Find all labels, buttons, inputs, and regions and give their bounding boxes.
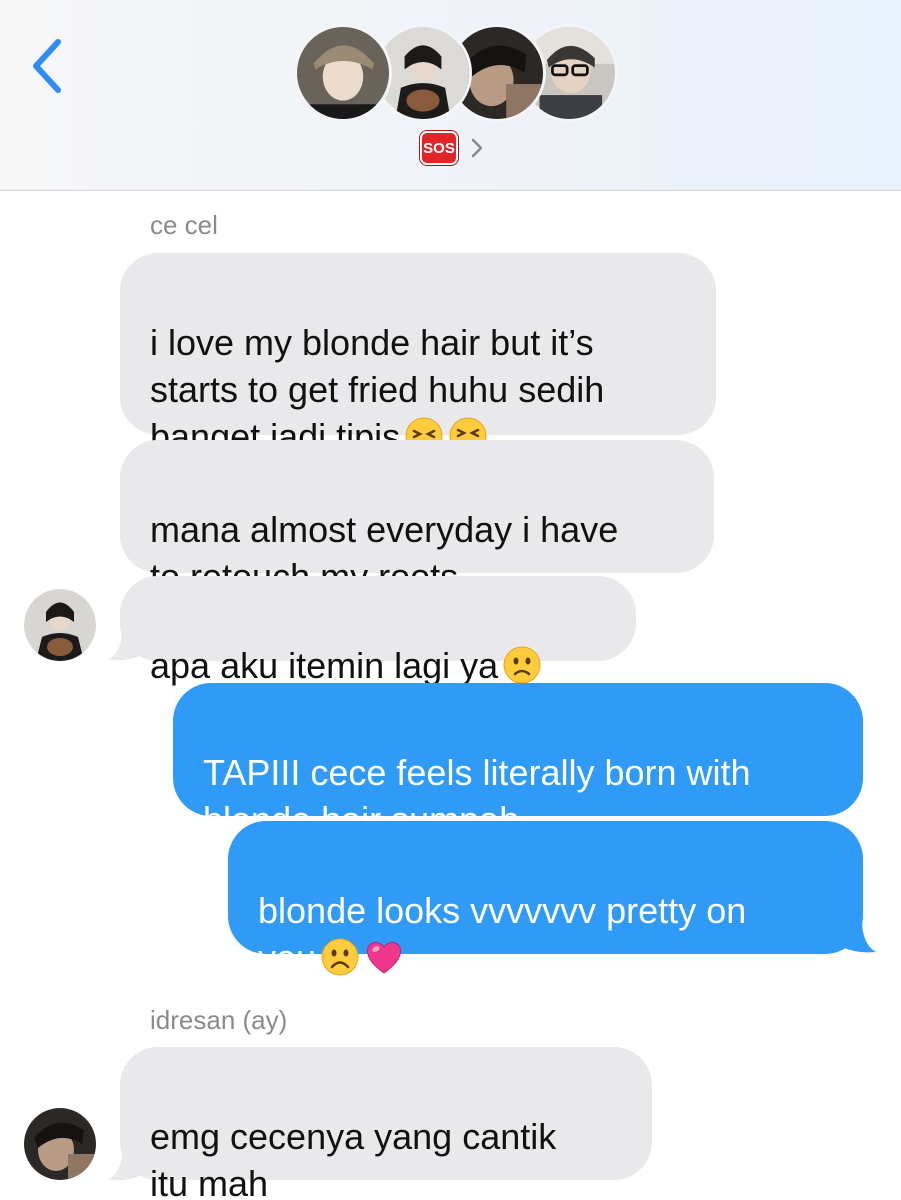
sos-emoji-icon: SOS <box>420 131 458 165</box>
sender-name: idresan (ay) <box>150 1005 288 1035</box>
message-text: i love my blonde hair but it’s starts to… <box>150 322 605 457</box>
back-button[interactable] <box>24 34 72 98</box>
group-info-button[interactable]: SOS <box>420 130 484 166</box>
slightly-frowning-face-icon <box>502 645 542 685</box>
participant-avatar-1 <box>294 24 392 122</box>
message-text: emg cecenya yang cantik itu mah <box>150 1116 557 1200</box>
pink-heart-icon <box>364 937 404 977</box>
avatar-icon <box>24 589 96 661</box>
sender-avatar[interactable] <box>24 589 96 661</box>
message-bubble-outgoing[interactable]: blonde looks vvvvvvv pretty on you <box>228 821 863 978</box>
chevron-left-icon <box>33 39 61 93</box>
chevron-right-icon <box>471 138 483 158</box>
group-avatars[interactable] <box>294 24 618 124</box>
sender-avatar[interactable] <box>24 1108 96 1180</box>
message-bubble-outgoing[interactable]: TAPIII cece feels literally born with bl… <box>173 683 863 840</box>
avatar-icon <box>297 27 389 119</box>
message-bubble-incoming[interactable]: i love my blonde hair but it’s starts to… <box>120 253 716 457</box>
message-bubble-incoming[interactable]: emg cecenya yang cantik itu mah <box>120 1047 652 1200</box>
sender-name: ce cel <box>150 210 218 240</box>
message-text: apa aku itemin lagi ya <box>150 645 499 686</box>
conversation-header: SOS <box>0 0 901 191</box>
message-bubble-incoming[interactable]: mana almost everyday i have to retouch m… <box>120 440 714 597</box>
frowning-face-icon <box>320 937 360 977</box>
avatar-icon <box>24 1108 96 1180</box>
message-bubble-incoming[interactable]: apa aku itemin lagi ya <box>120 576 636 686</box>
